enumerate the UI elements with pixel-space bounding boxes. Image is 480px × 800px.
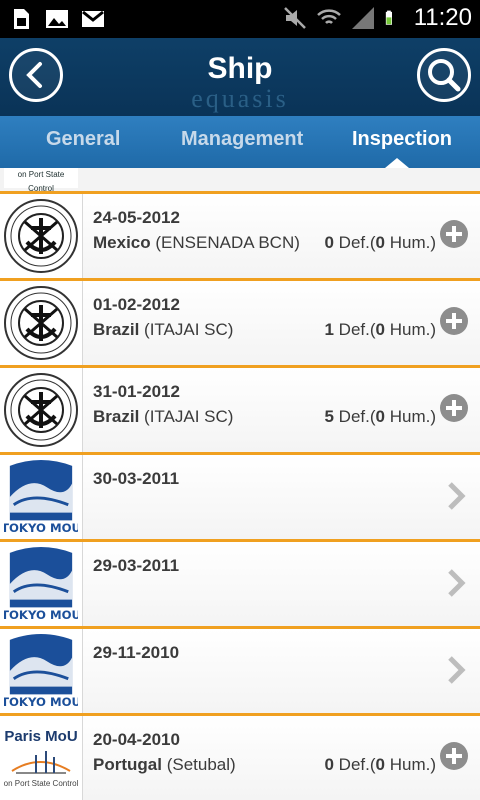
plus-icon[interactable]	[440, 394, 468, 422]
paris-mou-logo: on Port State Control	[4, 168, 78, 193]
chevron-right-icon[interactable]	[444, 481, 468, 511]
search-button[interactable]	[417, 48, 471, 102]
list-item[interactable]: TOKYO MOU 29-11-2010	[0, 629, 480, 716]
active-tab-indicator	[385, 158, 409, 168]
inspection-date: 20-04-2010	[93, 730, 180, 749]
status-bar: 11:20	[0, 0, 480, 38]
signal-icon	[351, 7, 374, 29]
deficiency-count: 5	[324, 407, 334, 426]
inspection-list[interactable]: on Port State Control 24-05-2012 Mexico …	[0, 168, 480, 800]
human-label: Hum.)	[389, 320, 436, 339]
inspection-date: 30-03-2011	[93, 469, 180, 488]
deficiency-label: Def.(	[338, 407, 376, 426]
deficiency-summary: 5 Def.(0 Hum.)	[324, 407, 436, 427]
logo-caption: TOKYO MOU	[4, 608, 78, 622]
tokyo-mou-logo: TOKYO MOU	[0, 629, 83, 713]
list-item[interactable]: on Port State Control	[0, 168, 480, 194]
list-item[interactable]: TOKYO MOU 29-03-2011	[0, 542, 480, 629]
logo-subtitle: on Port State Control	[3, 779, 79, 788]
tab-general[interactable]: General	[46, 128, 120, 151]
app-header: Ship equasis	[0, 38, 480, 116]
sim-card-icon	[14, 9, 29, 29]
mute-icon	[283, 7, 306, 29]
human-count: 0	[375, 407, 385, 426]
human-label: Hum.)	[389, 233, 436, 252]
deficiency-summary: 0 Def.(0 Hum.)	[324, 233, 436, 253]
deficiency-label: Def.(	[338, 755, 376, 774]
country: Mexico	[93, 233, 151, 252]
tab-management[interactable]: Management	[181, 128, 303, 151]
tab-inspection[interactable]: Inspection	[352, 128, 452, 151]
country: Portugal	[93, 755, 162, 774]
deficiency-count: 0	[324, 233, 334, 252]
chevron-right-icon[interactable]	[444, 568, 468, 598]
human-count: 0	[375, 233, 385, 252]
country: Brazil	[93, 407, 140, 426]
deficiency-count: 0	[324, 755, 334, 774]
vina-del-mar-logo	[0, 281, 83, 365]
inspection-date: 29-03-2011	[93, 556, 180, 575]
logo-caption: on Port State Control	[17, 170, 65, 193]
port: (ENSENADA BCN)	[155, 233, 300, 252]
deficiency-count: 1	[324, 320, 334, 339]
port: (ITAJAI SC)	[144, 320, 234, 339]
inspection-date: 29-11-2010	[93, 643, 180, 662]
wifi-icon	[316, 9, 341, 24]
clock: 11:20	[413, 4, 472, 31]
deficiency-label: Def.(	[338, 320, 376, 339]
inspection-date: 31-01-2012	[93, 382, 180, 401]
deficiency-summary: 0 Def.(0 Hum.)	[324, 755, 436, 775]
inspection-date: 01-02-2012	[93, 295, 180, 314]
list-item[interactable]: 01-02-2012 Brazil (ITAJAI SC) 1 Def.(0 H…	[0, 281, 480, 368]
plus-icon[interactable]	[440, 220, 468, 248]
inspection-location: Portugal (Setubal)	[93, 755, 236, 775]
plus-icon[interactable]	[440, 307, 468, 335]
tab-bar: General Management Inspection	[0, 116, 480, 168]
deficiency-summary: 1 Def.(0 Hum.)	[324, 320, 436, 340]
gmail-icon	[82, 10, 104, 27]
human-label: Hum.)	[389, 755, 436, 774]
inspection-location: Mexico (ENSENADA BCN)	[93, 233, 300, 253]
chevron-right-icon[interactable]	[444, 655, 468, 685]
vina-del-mar-logo	[0, 368, 83, 452]
logo-caption: TOKYO MOU	[4, 521, 78, 535]
search-icon	[428, 59, 461, 92]
list-item[interactable]: Paris MoU on Port State Control 20-04-20…	[0, 716, 480, 800]
inspection-date: 24-05-2012	[93, 208, 180, 227]
paris-mou-logo: Paris MoU on Port State Control	[0, 716, 83, 800]
inspection-location: Brazil (ITAJAI SC)	[93, 320, 233, 340]
page-title: Ship	[207, 52, 273, 85]
country: Brazil	[93, 320, 140, 339]
list-item[interactable]: 31-01-2012 Brazil (ITAJAI SC) 5 Def.(0 H…	[0, 368, 480, 455]
plus-icon[interactable]	[440, 742, 468, 770]
human-label: Hum.)	[389, 407, 436, 426]
vina-del-mar-logo	[0, 194, 83, 278]
port: (Setubal)	[166, 755, 236, 774]
battery-icon	[385, 10, 392, 25]
logo-title: Paris MoU	[4, 728, 78, 745]
logo-caption: TOKYO MOU	[4, 695, 78, 709]
tokyo-mou-logo: TOKYO MOU	[0, 455, 83, 539]
human-count: 0	[375, 755, 385, 774]
image-icon	[46, 10, 68, 28]
brand-logo: equasis	[191, 84, 289, 113]
port: (ITAJAI SC)	[144, 407, 234, 426]
list-item[interactable]: 24-05-2012 Mexico (ENSENADA BCN) 0 Def.(…	[0, 194, 480, 281]
inspection-location: Brazil (ITAJAI SC)	[93, 407, 233, 427]
human-count: 0	[375, 320, 385, 339]
tokyo-mou-logo: TOKYO MOU	[0, 542, 83, 626]
list-item[interactable]: TOKYO MOU 30-03-2011	[0, 455, 480, 542]
deficiency-label: Def.(	[338, 233, 376, 252]
